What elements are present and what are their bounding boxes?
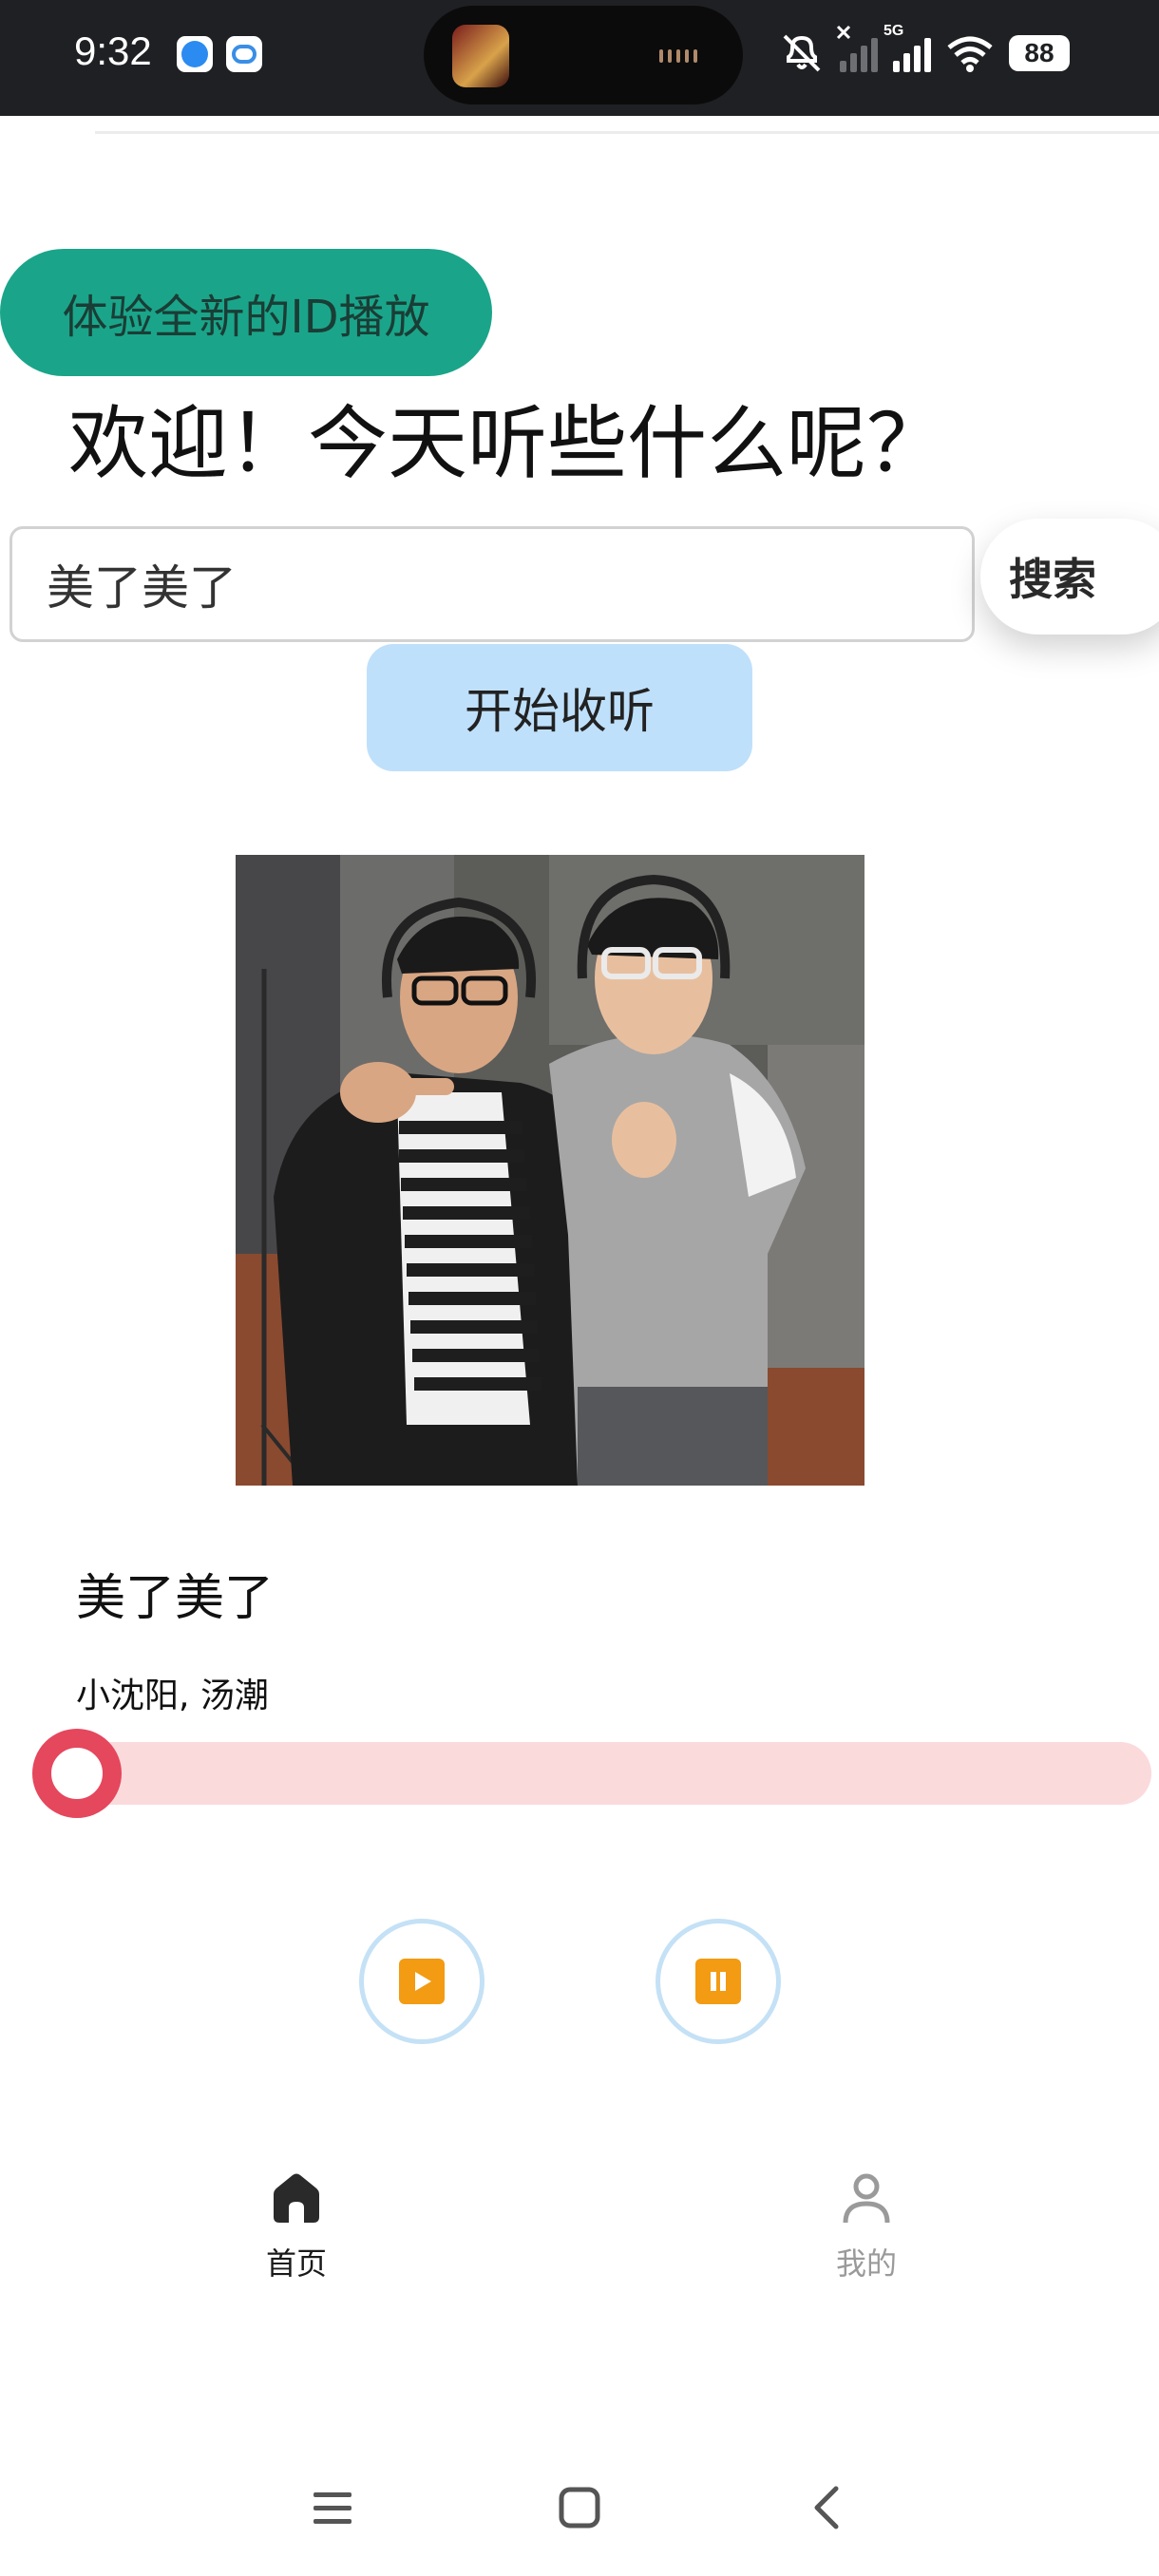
chevron-left-icon (814, 2486, 839, 2529)
system-home-button[interactable] (542, 2470, 618, 2546)
menu-icon (314, 2492, 352, 2524)
wifi-icon (947, 36, 993, 72)
pause-icon (695, 1959, 741, 2004)
status-icons: 5G 88 (779, 23, 1070, 80)
progress-track[interactable] (66, 1742, 1151, 1805)
home-icon (274, 2173, 319, 2223)
person-icon (843, 2173, 890, 2224)
track-title: 美了美了 (76, 1570, 275, 1627)
nav-label-home: 首页 (265, 2245, 327, 2282)
pause-button[interactable] (656, 1919, 781, 2044)
album-cover-image (236, 855, 864, 1486)
now-playing-thumbnail (452, 25, 509, 87)
battery-icon: 88 (1009, 35, 1070, 71)
status-time: 9:32 (74, 28, 152, 73)
square-icon (559, 2487, 600, 2529)
play-icon (399, 1959, 445, 2004)
system-menu-button[interactable] (294, 2470, 370, 2546)
nav-label-mine: 我的 (835, 2245, 897, 2282)
nav-item-home[interactable]: 首页 (201, 2169, 391, 2293)
mute-icon (783, 34, 821, 72)
progress-slider-thumb[interactable] (32, 1729, 122, 1818)
network-type: 5G (884, 23, 904, 39)
signal-icon-sim1 (836, 25, 878, 72)
id-playback-banner-button[interactable]: 体验全新的ID播放 (0, 249, 492, 376)
browser-app-icon (177, 36, 213, 72)
start-listening-button[interactable]: 开始收听 (367, 644, 752, 771)
top-divider (95, 131, 1159, 134)
nav-item-mine[interactable]: 我的 (771, 2169, 961, 2293)
play-button[interactable] (359, 1919, 484, 2044)
welcome-heading: 欢迎！今天听些什么呢？ (68, 397, 947, 490)
signal-icon-sim2: 5G (884, 23, 931, 72)
system-back-button[interactable] (788, 2470, 864, 2546)
cloud-app-icon (226, 36, 262, 72)
track-artist: 小沈阳, 汤潮 (76, 1676, 269, 1715)
audio-visualizer-icon (659, 47, 709, 65)
search-button[interactable]: 搜索 (980, 519, 1159, 635)
search-input[interactable] (10, 526, 975, 642)
